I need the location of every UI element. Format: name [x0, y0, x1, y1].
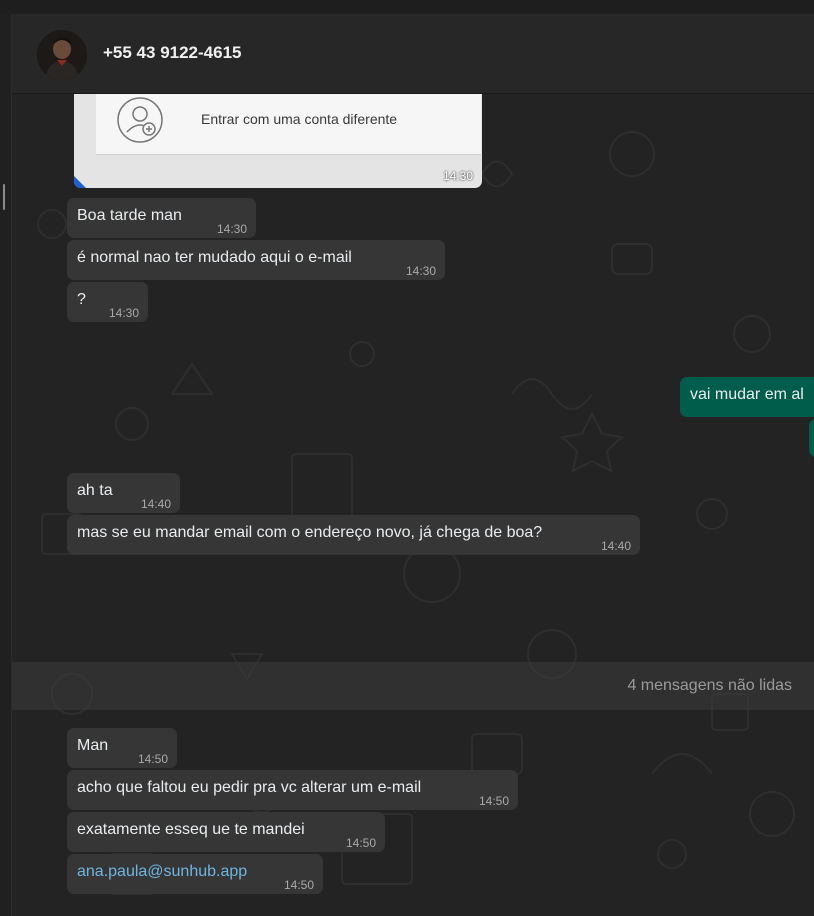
message-time: 14:30 — [216, 222, 247, 236]
outgoing-message-bubble[interactable]: vai mudar em al — [680, 377, 814, 417]
message-time: 14:30 — [405, 264, 436, 278]
contact-name[interactable]: +55 43 9122-4615 — [103, 43, 242, 63]
message-text: Boa tarde man — [77, 207, 182, 224]
message-text: ah ta — [77, 482, 113, 499]
message-text: mas se eu mandar email com o endereço no… — [77, 524, 543, 541]
email-link[interactable]: ana.paula@sunhub.app — [77, 862, 247, 882]
image-message[interactable]: Entrar com uma conta diferente 14:30 — [74, 94, 482, 188]
message-text: exatamente esseq ue te mandei — [77, 821, 305, 838]
unread-divider: 4 mensagens não lidas — [12, 662, 814, 710]
message-time: 14:50 — [478, 794, 509, 808]
window-top-strip — [0, 0, 814, 14]
message-bubble[interactable]: ? 14:30 — [67, 282, 148, 322]
chat-list-edge — [0, 14, 12, 916]
message-bubble[interactable]: ana.paula@sunhub.app 14:50 — [67, 854, 323, 894]
message-text: Man — [77, 737, 109, 754]
message-time: 14:50 — [283, 878, 314, 892]
message-text: ? — [77, 291, 86, 308]
chat-header[interactable]: +55 43 9122-4615 — [12, 14, 814, 94]
message-bubble[interactable]: ah ta 14:40 — [67, 473, 180, 513]
message-time: 14:50 — [345, 836, 376, 850]
message-area[interactable]: Entrar com uma conta diferente 14:30 Boa… — [12, 94, 814, 916]
corner-mark — [74, 176, 86, 188]
message-bubble[interactable]: Man 14:50 — [67, 728, 177, 768]
message-bubble[interactable]: Boa tarde man 14:30 — [67, 198, 256, 238]
message-bubble[interactable]: exatamente esseq ue te mandei 14:50 — [67, 812, 385, 852]
image-caption: Entrar com uma conta diferente — [201, 111, 398, 127]
scroll-indicator[interactable] — [3, 184, 5, 210]
unread-label: 4 mensagens não lidas — [627, 677, 792, 694]
message-text: acho que faltou eu pedir pra vc alterar … — [77, 779, 422, 796]
message-text: vai mudar em al — [690, 386, 804, 403]
add-account-icon — [117, 97, 163, 143]
message-time: 14:40 — [140, 497, 171, 511]
message-time: 14:40 — [600, 539, 631, 553]
avatar[interactable] — [37, 30, 87, 80]
message-bubble[interactable]: mas se eu mandar email com o endereço no… — [67, 515, 640, 555]
message-bubble[interactable]: acho que faltou eu pedir pra vc alterar … — [67, 770, 518, 810]
message-bubble[interactable]: é normal nao ter mudado aqui o e-mail 14… — [67, 240, 445, 280]
message-time: 14:50 — [137, 752, 168, 766]
screenshot-image[interactable]: Entrar com uma conta diferente — [74, 94, 482, 188]
message-time: 14:30 — [442, 169, 473, 183]
message-text: é normal nao ter mudado aqui o e-mail — [77, 249, 352, 266]
message-time: 14:30 — [108, 306, 139, 320]
outgoing-message-bubble[interactable] — [809, 419, 814, 457]
